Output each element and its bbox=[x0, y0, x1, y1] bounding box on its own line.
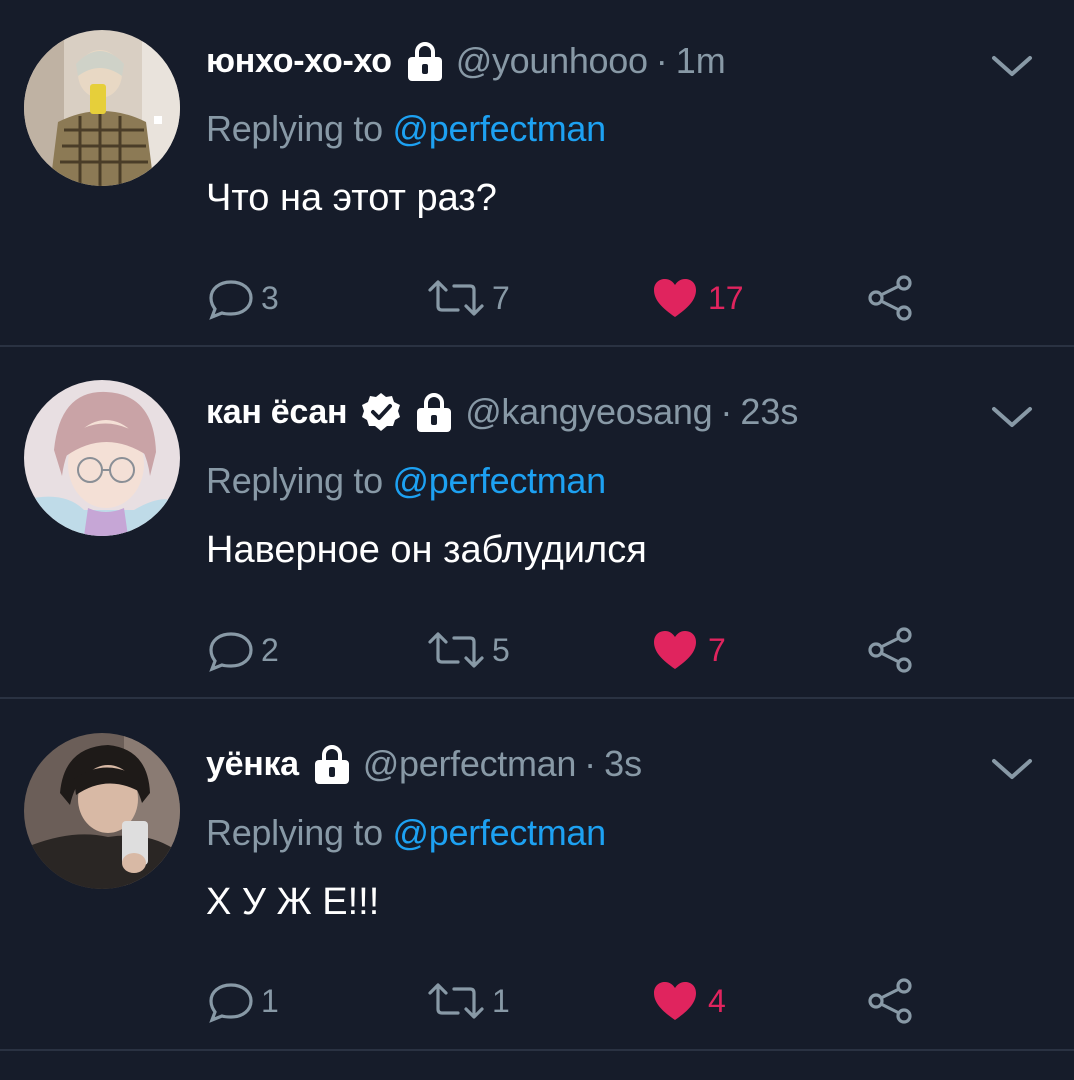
heart-icon bbox=[654, 279, 696, 317]
tweet-text: Что на этот раз? bbox=[206, 177, 497, 219]
reply-button[interactable]: 2 bbox=[205, 620, 279, 680]
chevron-down-icon[interactable] bbox=[990, 52, 1034, 80]
display-name[interactable]: юнхо-хо-хо bbox=[206, 42, 392, 81]
reply-bubble-icon bbox=[209, 632, 253, 672]
retweet-icon bbox=[428, 983, 484, 1019]
tweet-header: уёнка @perfectman · 3s bbox=[206, 736, 642, 792]
like-button[interactable]: 7 bbox=[652, 620, 726, 680]
like-count: 7 bbox=[708, 631, 726, 668]
replying-to-label: Replying to bbox=[206, 108, 383, 149]
retweet-button[interactable]: 1 bbox=[426, 971, 510, 1031]
handle[interactable]: @kangyeosang bbox=[465, 391, 712, 433]
share-button[interactable] bbox=[866, 268, 916, 328]
lock-icon bbox=[407, 42, 442, 81]
tweet-header: юнхо-хо-хо @younhooo · 1m bbox=[206, 33, 726, 89]
avatar[interactable] bbox=[24, 380, 180, 536]
timestamp[interactable]: 1m bbox=[676, 40, 726, 82]
reply-count: 3 bbox=[261, 279, 279, 316]
timestamp[interactable]: 3s bbox=[604, 743, 642, 785]
like-button[interactable]: 4 bbox=[652, 971, 726, 1031]
retweet-icon bbox=[428, 632, 484, 668]
lock-icon bbox=[417, 393, 452, 432]
reply-mention-link[interactable]: @perfectman bbox=[393, 812, 607, 853]
timeline: юнхо-хо-хо @younhooo · 1m Replying to @p… bbox=[0, 0, 1074, 1080]
handle[interactable]: @younhooo bbox=[456, 40, 648, 82]
tweet-text: Наверное он заблудился bbox=[206, 529, 647, 571]
replying-to: Replying to @perfectman bbox=[206, 812, 606, 854]
heart-icon bbox=[654, 982, 696, 1020]
replying-to: Replying to @perfectman bbox=[206, 108, 606, 150]
separator: · bbox=[720, 391, 733, 432]
like-button[interactable]: 17 bbox=[652, 268, 744, 328]
share-button[interactable] bbox=[866, 971, 916, 1031]
tweet-text: Х У Ж Е!!! bbox=[206, 881, 380, 923]
share-button[interactable] bbox=[866, 620, 916, 680]
replying-to-label: Replying to bbox=[206, 812, 383, 853]
lock-icon bbox=[314, 745, 349, 784]
reply-count: 2 bbox=[261, 631, 279, 668]
tweet-header: кан ёсан @kangyeosang · 23s bbox=[206, 384, 798, 440]
tweet[interactable]: юнхо-хо-хо @younhooo · 1m Replying to @p… bbox=[0, 0, 1074, 347]
retweet-count: 1 bbox=[492, 982, 510, 1019]
handle[interactable]: @perfectman bbox=[363, 743, 577, 785]
reply-bubble-icon bbox=[209, 280, 253, 320]
reply-mention-link[interactable]: @perfectman bbox=[393, 108, 607, 149]
tweet[interactable]: кан ёсан @kangyeosang · 23s Replying to … bbox=[0, 347, 1074, 699]
heart-icon bbox=[654, 631, 696, 669]
timestamp[interactable]: 23s bbox=[740, 391, 798, 433]
avatar[interactable] bbox=[24, 30, 180, 186]
tweet[interactable]: уёнка @perfectman · 3s Replying to @perf… bbox=[0, 699, 1074, 1051]
reply-button[interactable]: 1 bbox=[205, 971, 279, 1031]
share-icon bbox=[868, 978, 912, 1024]
separator: · bbox=[584, 743, 597, 784]
verified-badge-icon bbox=[362, 393, 401, 431]
share-icon bbox=[868, 275, 912, 321]
tweet-actions: 3 7 17 bbox=[0, 268, 1074, 328]
retweet-button[interactable]: 7 bbox=[426, 268, 510, 328]
replying-to: Replying to @perfectman bbox=[206, 460, 606, 502]
retweet-count: 5 bbox=[492, 631, 510, 668]
tweet-actions: 2 5 7 bbox=[0, 620, 1074, 680]
like-count: 4 bbox=[708, 982, 726, 1019]
display-name[interactable]: уёнка bbox=[206, 745, 299, 784]
reply-button[interactable]: 3 bbox=[205, 268, 279, 328]
like-count: 17 bbox=[708, 279, 744, 316]
separator: · bbox=[655, 40, 668, 81]
tweet-actions: 1 1 4 bbox=[0, 971, 1074, 1031]
reply-count: 1 bbox=[261, 982, 279, 1019]
display-name[interactable]: кан ёсан bbox=[206, 393, 347, 432]
chevron-down-icon[interactable] bbox=[990, 403, 1034, 431]
avatar[interactable] bbox=[24, 733, 180, 889]
retweet-count: 7 bbox=[492, 279, 510, 316]
reply-bubble-icon bbox=[209, 983, 253, 1023]
retweet-button[interactable]: 5 bbox=[426, 620, 510, 680]
retweet-icon bbox=[428, 280, 484, 316]
share-icon bbox=[868, 627, 912, 673]
chevron-down-icon[interactable] bbox=[990, 755, 1034, 783]
replying-to-label: Replying to bbox=[206, 460, 383, 501]
reply-mention-link[interactable]: @perfectman bbox=[393, 460, 607, 501]
